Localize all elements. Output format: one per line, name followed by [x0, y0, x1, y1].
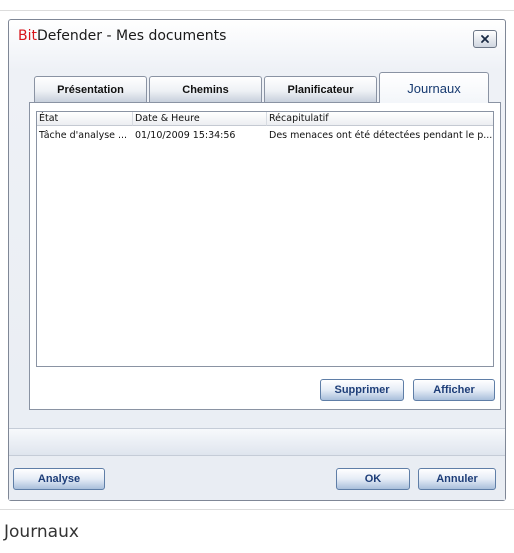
journaux-panel: État Date & Heure Récapitulatif Tâche d'… [29, 102, 501, 410]
title-bar: BitDefender - Mes documents [9, 20, 505, 54]
cell-date: 01/10/2009 15:34:56 [135, 130, 236, 141]
footer-bar: Analyse OK Annuler [9, 456, 505, 500]
tab-chemins[interactable]: Chemins [149, 76, 262, 102]
close-icon [481, 35, 489, 43]
status-strip [9, 428, 505, 456]
column-header-etat[interactable]: État [37, 112, 133, 126]
column-header-date[interactable]: Date & Heure [133, 112, 267, 126]
tab-presentation[interactable]: Présentation [34, 76, 147, 102]
log-table[interactable]: État Date & Heure Récapitulatif Tâche d'… [36, 111, 494, 367]
dialog-window: BitDefender - Mes documents Présentation… [8, 19, 506, 501]
ok-button[interactable]: OK [336, 468, 410, 490]
image-caption: Journaux [4, 522, 79, 542]
column-header-recap[interactable]: Récapitulatif [267, 112, 493, 126]
tab-planificateur[interactable]: Planificateur [264, 76, 377, 102]
show-button[interactable]: Afficher [413, 379, 495, 401]
frame-bottom-rule [0, 509, 514, 510]
cell-etat: Tâche d'analyse ... [39, 130, 128, 141]
cell-recap: Des menaces ont été détectées pendant le… [269, 130, 493, 141]
frame-top-rule [0, 10, 514, 11]
cancel-button[interactable]: Annuler [418, 468, 496, 490]
tab-journaux[interactable]: Journaux [379, 72, 489, 103]
tab-strip: Présentation Chemins Planificateur Journ… [9, 72, 505, 103]
delete-button[interactable]: Supprimer [320, 379, 404, 401]
window-title: BitDefender - Mes documents [18, 28, 226, 44]
title-brand: Bit [18, 28, 37, 44]
close-button[interactable] [473, 30, 497, 48]
analyse-button[interactable]: Analyse [13, 468, 105, 490]
title-text: Defender - Mes documents [36, 28, 227, 44]
